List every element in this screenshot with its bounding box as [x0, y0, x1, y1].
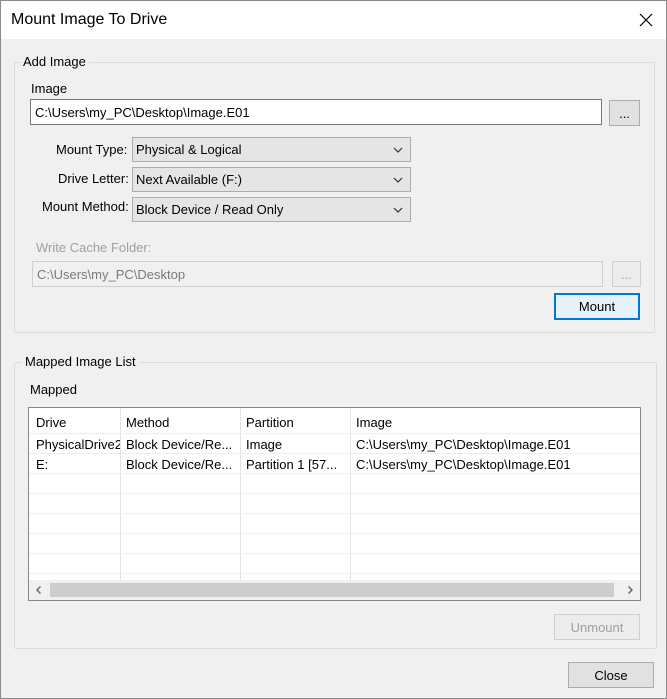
cell-method: Block Device/Re...: [126, 457, 233, 472]
drive-letter-label: Drive Letter:: [58, 171, 129, 186]
cell-drive: PhysicalDrive2: [36, 437, 120, 452]
chevron-right-icon: [628, 586, 633, 594]
mapped-list[interactable]: Drive Method Partition Image PhysicalDri…: [28, 407, 641, 601]
column-header-drive[interactable]: Drive: [36, 415, 66, 430]
cell-image: C:\Users\my_PC\Desktop\Image.E01: [356, 457, 571, 472]
mount-button[interactable]: Mount: [554, 293, 640, 320]
close-window-button[interactable]: [629, 3, 663, 37]
mount-type-label: Mount Type:: [56, 142, 128, 157]
write-cache-label: Write Cache Folder:: [36, 240, 152, 255]
chevron-down-icon: [393, 177, 403, 183]
mount-method-dropdown[interactable]: Block Device / Read Only: [132, 197, 411, 222]
column-header-partition[interactable]: Partition: [246, 415, 294, 430]
cell-image: C:\Users\my_PC\Desktop\Image.E01: [356, 437, 571, 452]
mapped-image-legend: Mapped Image List: [22, 354, 139, 369]
image-label: Image: [31, 81, 68, 96]
close-button[interactable]: Close: [568, 662, 654, 688]
title-bar: Mount Image To Drive: [1, 1, 666, 39]
image-browse-button[interactable]: ...: [609, 100, 640, 126]
empty-row: [29, 573, 640, 580]
horizontal-scrollbar[interactable]: [29, 580, 640, 600]
column-header-method[interactable]: Method: [126, 415, 169, 430]
cell-method: Block Device/Re...: [126, 437, 233, 452]
close-icon: [639, 13, 653, 27]
mount-image-dialog: Mount Image To Drive Add Image Image C:\…: [0, 0, 667, 699]
column-header-image[interactable]: Image: [356, 415, 392, 430]
dialog-title: Mount Image To Drive: [11, 11, 168, 28]
empty-row: [29, 513, 640, 533]
empty-row: [29, 533, 640, 553]
mapped-label: Mapped: [30, 382, 77, 397]
mount-method-label: Mount Method:: [42, 199, 129, 214]
drive-letter-dropdown[interactable]: Next Available (F:): [132, 167, 411, 192]
table-row[interactable]: E: Block Device/Re... Partition 1 [57...…: [29, 453, 640, 473]
chevron-down-icon: [393, 207, 403, 213]
mount-method-value: Block Device / Read Only: [136, 202, 284, 217]
table-row[interactable]: PhysicalDrive2 Block Device/Re... Image …: [29, 433, 640, 453]
chevron-down-icon: [393, 147, 403, 153]
scroll-left-button[interactable]: [29, 580, 49, 600]
image-path-field[interactable]: C:\Users\my_PC\Desktop\Image.E01: [30, 99, 602, 125]
mount-type-value: Physical & Logical: [136, 142, 242, 157]
empty-row: [29, 473, 640, 493]
add-image-legend: Add Image: [20, 54, 89, 69]
scroll-right-button[interactable]: [620, 580, 640, 600]
write-cache-field: C:\Users\my_PC\Desktop: [32, 261, 603, 287]
cell-drive: E:: [36, 457, 49, 472]
unmount-button: Unmount: [554, 614, 640, 640]
mount-type-dropdown[interactable]: Physical & Logical: [132, 137, 411, 162]
empty-row: [29, 553, 640, 573]
scrollbar-thumb[interactable]: [50, 583, 614, 597]
cell-partition: Image: [246, 437, 283, 452]
drive-letter-value: Next Available (F:): [136, 172, 242, 187]
empty-row: [29, 493, 640, 513]
chevron-left-icon: [36, 586, 41, 594]
cell-partition: Partition 1 [57...: [246, 457, 338, 472]
cache-browse-button: ...: [612, 261, 641, 287]
